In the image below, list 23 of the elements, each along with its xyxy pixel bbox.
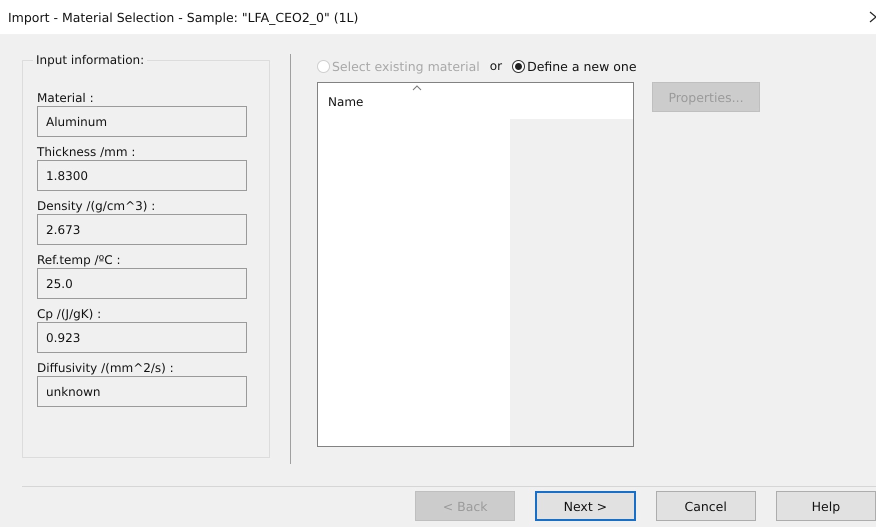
field-label: Diffusivity /(mm^2/s) : — [37, 361, 175, 375]
column-header[interactable]: Name — [318, 83, 510, 109]
dialog-button[interactable]: Cancel — [656, 491, 756, 521]
close-icon[interactable] — [869, 11, 876, 23]
field-label: Density /(g/cm^3) : — [37, 199, 156, 213]
or-text: or — [490, 59, 502, 73]
window-title: Import - Material Selection - Sample: "LFA_CEO2_0" (1L) — [8, 10, 358, 24]
field-label: Material : — [37, 91, 95, 105]
readonly-field: 0.923 — [37, 322, 247, 353]
group-title: Input information: — [33, 53, 148, 67]
radio-option[interactable]: Define a new one — [512, 58, 637, 74]
readonly-field: unknown — [37, 376, 247, 407]
dialog-button[interactable]: Help — [776, 491, 876, 521]
sort-caret-icon — [412, 85, 422, 91]
field-label: Ref.temp /ºC : — [37, 253, 122, 267]
readonly-field: 1.8300 — [37, 160, 247, 191]
field-label: Cp /(J/gK) : — [37, 307, 102, 321]
readonly-field: 2.673 — [37, 214, 247, 245]
readonly-field: Aluminum — [37, 106, 247, 137]
material-list[interactable]: Name — [317, 82, 634, 447]
readonly-field: 25.0 — [37, 268, 247, 299]
field-label: Thickness /mm : — [37, 145, 136, 159]
dialog-button[interactable]: Next > — [535, 491, 636, 521]
